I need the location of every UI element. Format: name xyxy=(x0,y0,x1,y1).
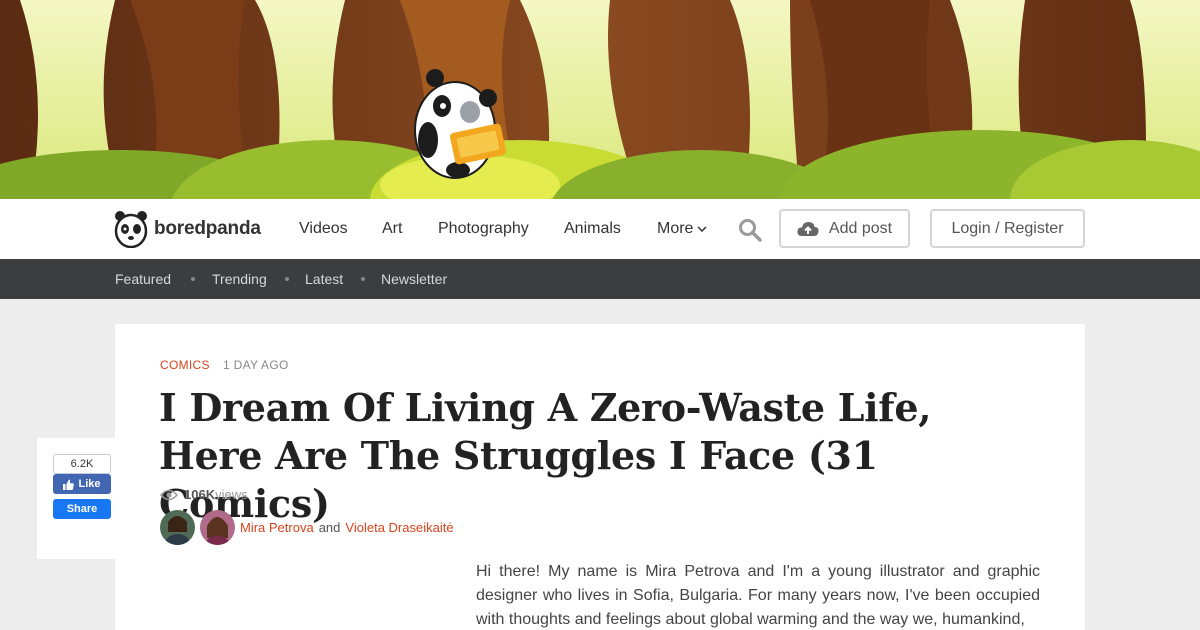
site-header: boredpanda Videos Art Photography Animal… xyxy=(0,199,1200,259)
login-register-label: Login / Register xyxy=(951,219,1064,237)
chevron-down-icon xyxy=(697,226,707,232)
view-count: 106Kviews xyxy=(160,487,248,502)
subnav-trending[interactable]: Trending xyxy=(212,271,267,287)
subnav-separator xyxy=(285,277,289,281)
author-avatar[interactable] xyxy=(200,510,235,545)
author-link[interactable]: Mira Petrova xyxy=(240,520,314,535)
author-joiner: and xyxy=(318,520,341,535)
thumbs-up-icon xyxy=(63,479,75,490)
subnav-featured[interactable]: Featured xyxy=(115,271,171,287)
like-count: 6.2K xyxy=(53,454,111,474)
nav-more[interactable]: More xyxy=(657,220,707,238)
nav-more-label: More xyxy=(657,220,694,237)
search-icon[interactable] xyxy=(738,218,762,242)
article-title: I Dream Of Living A Zero-Waste Life, Her… xyxy=(159,385,932,526)
views-number: 106K xyxy=(184,487,216,502)
subnav-separator xyxy=(361,277,365,281)
eye-icon xyxy=(160,489,178,500)
post-date: 1 DAY AGO xyxy=(223,358,289,372)
sub-navigation: Featured Trending Latest Newsletter xyxy=(0,259,1200,299)
cloud-upload-icon xyxy=(797,221,819,236)
share-label: Share xyxy=(66,503,98,515)
nav-art[interactable]: Art xyxy=(382,220,402,238)
logo-text: boredpanda xyxy=(154,218,261,239)
author-link[interactable]: Violeta Draseikaitė xyxy=(345,520,453,535)
hero-banner xyxy=(0,0,1200,199)
subnav-newsletter[interactable]: Newsletter xyxy=(381,271,447,287)
add-post-label: Add post xyxy=(828,219,893,237)
share-widget: 6.2K Like Share xyxy=(37,438,115,559)
facebook-like-button[interactable]: Like xyxy=(53,474,111,494)
site-logo[interactable]: boredpanda xyxy=(114,209,261,249)
login-register-button[interactable]: Login / Register xyxy=(930,209,1085,248)
add-post-button[interactable]: Add post xyxy=(779,209,910,248)
subnav-latest[interactable]: Latest xyxy=(305,271,343,287)
article-intro: Hi there! My name is Mira Petrova and I'… xyxy=(476,563,1040,628)
author-line: Mira Petrova and Violeta Draseikaitė xyxy=(160,510,454,545)
forest-illustration xyxy=(0,0,1200,199)
views-label: views xyxy=(215,487,248,502)
author-avatar[interactable] xyxy=(160,510,195,545)
nav-photography[interactable]: Photography xyxy=(438,220,529,238)
nav-videos[interactable]: Videos xyxy=(299,220,348,238)
category-link[interactable]: COMICS xyxy=(160,358,210,372)
panda-logo-icon xyxy=(114,211,148,248)
subnav-separator xyxy=(191,277,195,281)
facebook-share-button[interactable]: Share xyxy=(53,499,111,519)
like-label: Like xyxy=(78,478,101,490)
nav-animals[interactable]: Animals xyxy=(564,220,621,238)
